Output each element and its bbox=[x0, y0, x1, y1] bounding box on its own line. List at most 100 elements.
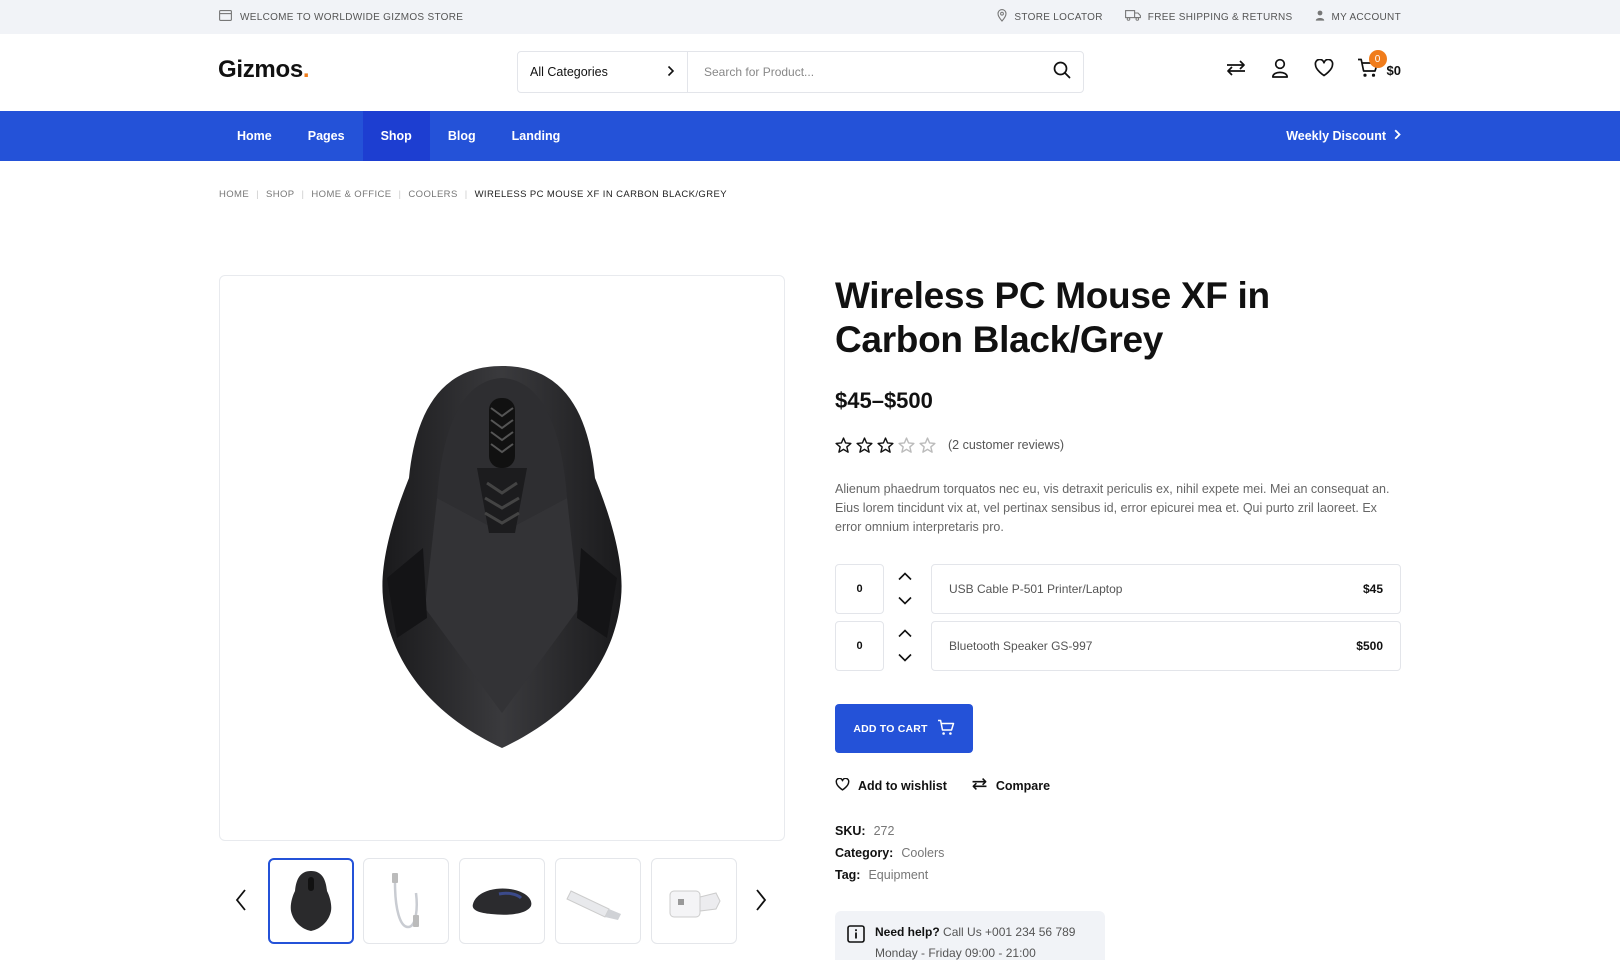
product-rating: (2 customer reviews) bbox=[835, 437, 1064, 453]
grouped-item-price: $45 bbox=[1362, 582, 1383, 596]
search-input[interactable] bbox=[688, 52, 1041, 92]
thumbnail-mouse-side[interactable] bbox=[459, 858, 545, 944]
store-locator-link[interactable]: STORE LOCATOR bbox=[997, 9, 1102, 25]
help-hours: Monday - Friday 09:00 - 21:00 bbox=[875, 946, 1036, 960]
shipping-link[interactable]: FREE SHIPPING & RETURNS bbox=[1124, 10, 1293, 24]
chevron-right-icon bbox=[667, 65, 675, 80]
thumb-prev-button[interactable] bbox=[229, 888, 253, 916]
breadcrumb-home[interactable]: HOME bbox=[219, 189, 249, 200]
card-icon bbox=[219, 10, 232, 24]
chevron-down-icon[interactable] bbox=[898, 592, 912, 610]
search-button[interactable] bbox=[1041, 52, 1083, 92]
quantity-stepper bbox=[896, 625, 914, 667]
tag-label: Tag: bbox=[835, 868, 861, 882]
wishlist-button[interactable] bbox=[1313, 58, 1335, 81]
usb-cable-thumb-image bbox=[392, 873, 419, 929]
help-title-line: Need help? Call Us +001 234 56 789 bbox=[875, 925, 1075, 939]
chevron-right-icon bbox=[1394, 129, 1401, 143]
user-outline-icon bbox=[1271, 58, 1289, 83]
site-header: Gizmos. All Categories Search for Produc… bbox=[0, 34, 1620, 111]
compare-label: Compare bbox=[995, 778, 1051, 793]
grouped-item[interactable]: Bluetooth Speaker GS-997 $500 bbox=[931, 621, 1401, 671]
arrows-swap-icon bbox=[971, 777, 988, 794]
product-title: Wireless PC Mouse XF in Carbon Black/Gre… bbox=[835, 275, 1270, 360]
star-filled-icon bbox=[856, 437, 873, 453]
main-nav: Home Pages Shop Blog Landing Weekly Disc… bbox=[0, 111, 1620, 161]
compare-button[interactable] bbox=[1225, 59, 1247, 81]
product-actions: Add to wishlist Compare bbox=[835, 777, 1050, 794]
charger-thumb-image bbox=[669, 890, 721, 918]
add-to-cart-button[interactable]: ADD TO CART bbox=[835, 704, 973, 753]
weekly-discount-label: Weekly Discount bbox=[1286, 129, 1386, 143]
breadcrumb: HOME | SHOP | HOME & OFFICE | COOLERS | … bbox=[219, 189, 727, 200]
search-bar: All Categories bbox=[517, 51, 1084, 93]
breadcrumb-home-office[interactable]: HOME & OFFICE bbox=[311, 189, 391, 200]
quantity-input[interactable]: 0 bbox=[835, 564, 884, 614]
thumbnail-charger[interactable] bbox=[651, 858, 737, 944]
add-to-wishlist-button[interactable]: Add to wishlist bbox=[835, 777, 947, 794]
my-account-link[interactable]: MY ACCOUNT bbox=[1315, 10, 1402, 24]
breadcrumb-shop[interactable]: SHOP bbox=[266, 189, 295, 200]
nav-item-blog[interactable]: Blog bbox=[430, 111, 494, 161]
category-link[interactable]: Coolers bbox=[901, 842, 944, 864]
reviews-link[interactable]: (2 customer reviews) bbox=[948, 438, 1064, 452]
thumbnail-gallery bbox=[219, 858, 785, 944]
grouped-item-row: 0 Bluetooth Speaker GS-997 $500 bbox=[835, 621, 1401, 671]
truck-icon bbox=[1124, 10, 1141, 24]
sku-label: SKU: bbox=[835, 824, 866, 838]
arrows-swap-icon bbox=[1225, 59, 1247, 82]
location-pin-icon bbox=[997, 9, 1007, 25]
mouse-image bbox=[382, 366, 622, 748]
mouse-side-thumb-image bbox=[472, 888, 532, 915]
account-button[interactable] bbox=[1269, 58, 1291, 83]
grouped-item-price: $500 bbox=[1356, 639, 1383, 653]
nav-item-shop[interactable]: Shop bbox=[362, 111, 430, 161]
cart-button[interactable]: 0 $0 bbox=[1357, 50, 1401, 81]
weekly-discount-link[interactable]: Weekly Discount bbox=[1286, 111, 1401, 161]
breadcrumb-separator: | bbox=[256, 189, 259, 200]
star-rating bbox=[835, 437, 936, 453]
compare-button[interactable]: Compare bbox=[971, 777, 1050, 794]
grouped-item[interactable]: USB Cable P-501 Printer/Laptop $45 bbox=[931, 564, 1401, 614]
usb-stick-thumb-image bbox=[566, 890, 621, 920]
heart-icon bbox=[835, 777, 850, 794]
product-price: $45–$500 bbox=[835, 388, 933, 413]
tag-link[interactable]: Equipment bbox=[868, 864, 928, 886]
cart-total: $0 bbox=[1386, 62, 1401, 78]
user-icon bbox=[1315, 10, 1325, 24]
quantity-input[interactable]: 0 bbox=[835, 621, 884, 671]
logo-text: Gizmos bbox=[218, 56, 303, 83]
site-logo[interactable]: Gizmos. bbox=[218, 56, 310, 84]
breadcrumb-separator: | bbox=[464, 189, 468, 200]
grouped-item-name: Bluetooth Speaker GS-997 bbox=[949, 639, 1093, 653]
help-box: Need help? Call Us +001 234 56 789 Monda… bbox=[835, 911, 1105, 960]
breadcrumb-separator: | bbox=[398, 189, 402, 200]
thumb-next-button[interactable] bbox=[749, 888, 773, 916]
help-phone[interactable]: Call Us +001 234 56 789 bbox=[943, 925, 1075, 939]
nav-item-pages[interactable]: Pages bbox=[290, 111, 363, 161]
chevron-down-icon[interactable] bbox=[898, 649, 912, 667]
top-bar: WELCOME TO WORLDWIDE GIZMOS STORE STORE … bbox=[0, 0, 1620, 34]
breadcrumb-coolers[interactable]: COOLERS bbox=[408, 189, 457, 200]
add-to-cart-label: ADD TO CART bbox=[853, 722, 928, 735]
grouped-item-name: USB Cable P-501 Printer/Laptop bbox=[949, 582, 1123, 596]
mouse-thumb-image bbox=[290, 871, 332, 931]
category-select[interactable]: All Categories bbox=[518, 52, 688, 92]
chevron-up-icon[interactable] bbox=[898, 625, 912, 643]
grouped-item-row: 0 USB Cable P-501 Printer/Laptop $45 bbox=[835, 564, 1401, 614]
thumbnail-usb-stick[interactable] bbox=[555, 858, 641, 944]
product-main-image[interactable] bbox=[219, 275, 785, 841]
welcome-message: WELCOME TO WORLDWIDE GIZMOS STORE bbox=[219, 0, 463, 34]
nav-item-landing[interactable]: Landing bbox=[494, 111, 579, 161]
quantity-stepper bbox=[896, 568, 914, 610]
star-empty-icon bbox=[898, 437, 915, 453]
help-title: Need help? bbox=[875, 925, 940, 939]
my-account-label: MY ACCOUNT bbox=[1331, 11, 1401, 23]
chevron-up-icon[interactable] bbox=[898, 568, 912, 586]
thumbnail-mouse[interactable] bbox=[268, 858, 354, 944]
chevron-right-icon bbox=[755, 888, 767, 916]
nav-menu: Home Pages Shop Blog Landing bbox=[219, 111, 578, 161]
thumbnail-usb-cable[interactable] bbox=[363, 858, 449, 944]
nav-item-home[interactable]: Home bbox=[219, 111, 290, 161]
store-locator-label: STORE LOCATOR bbox=[1014, 11, 1103, 23]
